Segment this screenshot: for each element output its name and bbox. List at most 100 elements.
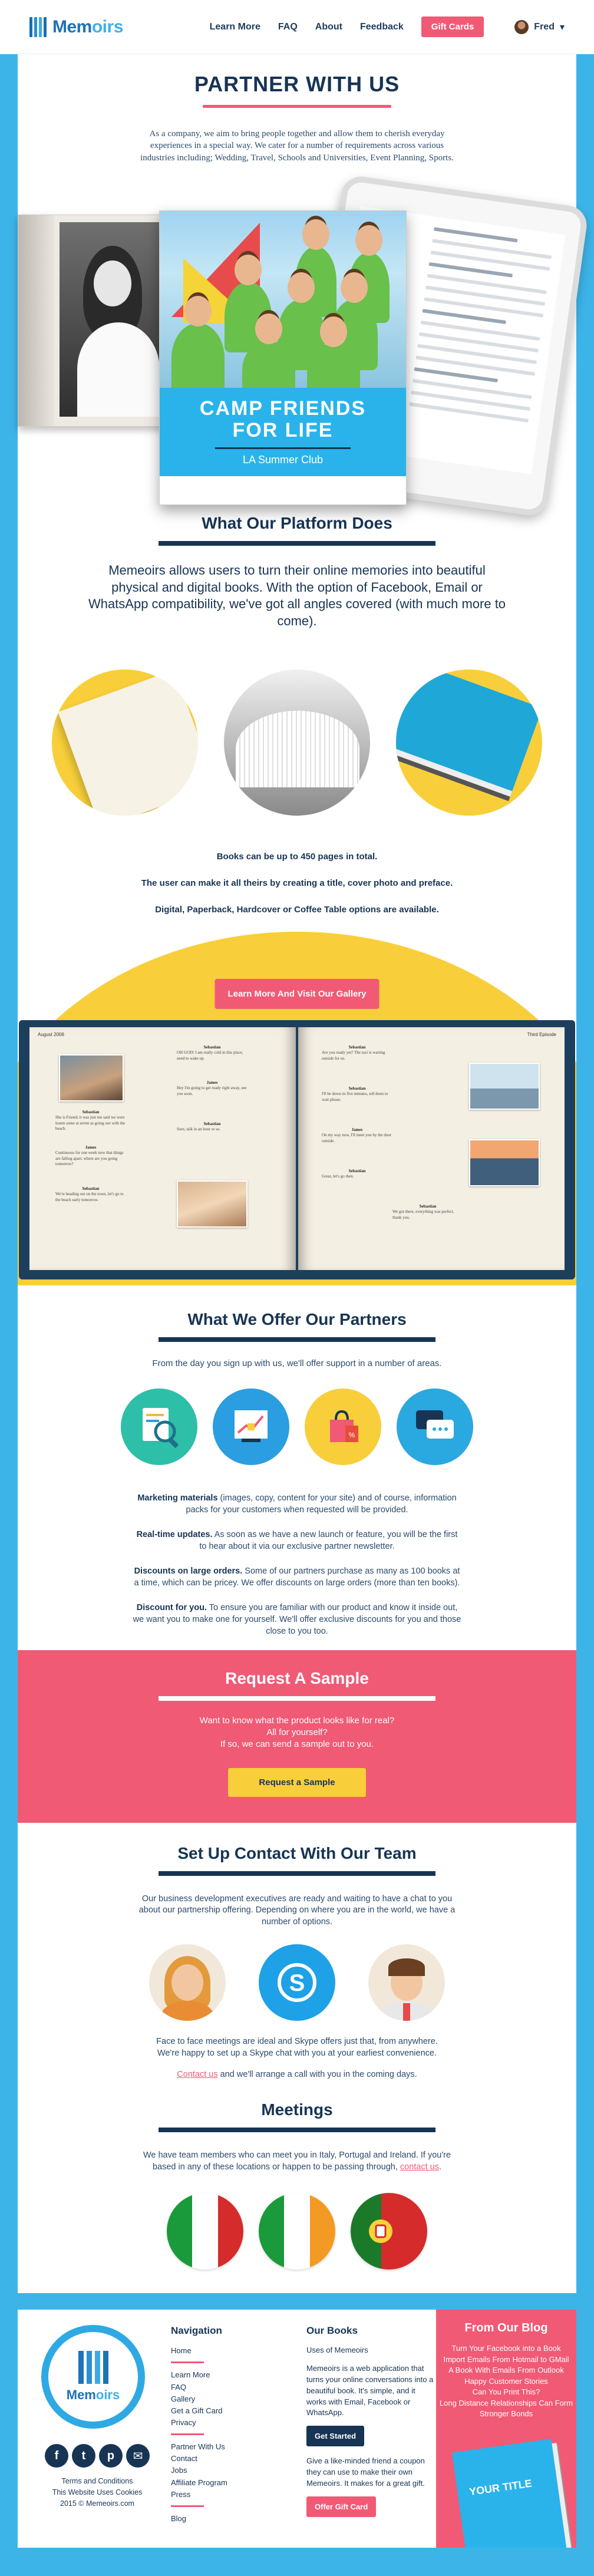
platform-lead: Memeoirs allows users to turn their onli… [88, 563, 506, 628]
footer-link[interactable]: Get a Gift Card [171, 2405, 295, 2417]
bottom-strip [0, 2548, 594, 2576]
offer-item: Discounts on large orders. Some of our p… [134, 1566, 460, 1588]
offer-item: Real-time updates. As soon as we have a … [136, 1530, 458, 1552]
team-avatars: S [18, 1944, 576, 2021]
nav-about[interactable]: About [315, 22, 342, 32]
hero-illustration: CAMP FRIENDS FOR LIFE LA Summer Club [18, 174, 589, 518]
nav-learn-more[interactable]: Learn More [210, 22, 260, 32]
offer-gift-card-button[interactable]: Offer Gift Card [306, 2496, 377, 2517]
footer-logo[interactable]: Memoirs [41, 2325, 145, 2429]
meetings-contact-link[interactable]: contact us [400, 2162, 439, 2172]
shopping-bag-icon: % [305, 1388, 381, 1466]
gallery-section: Learn More And Visit Our Gallery August … [18, 932, 576, 1286]
social-links: f t p ✉ [41, 2444, 153, 2468]
footer-link[interactable]: Blog [171, 2513, 295, 2525]
blog-book-title: YOUR TITLE [468, 2477, 533, 2498]
svg-text:%: % [349, 1431, 355, 1439]
skype-icon: S [259, 1944, 335, 2021]
footer-link[interactable]: Home [171, 2345, 295, 2357]
footer: Memoirs f t p ✉ Terms and Conditions Thi… [18, 2310, 576, 2548]
footer-link[interactable]: Privacy [171, 2417, 295, 2429]
brand-logo[interactable]: Memoirs [29, 17, 123, 37]
section-divider [159, 541, 435, 546]
blog-link[interactable]: Import Emails From Hotmail to GMail [436, 2354, 576, 2365]
section-divider [159, 1871, 435, 1876]
book-photos [18, 669, 576, 816]
blog-link[interactable]: Can You Print This? [436, 2387, 576, 2397]
section-divider [159, 1337, 435, 1343]
fact-formats: Digital, Paperback, Hardcover or Coffee … [155, 905, 439, 915]
brand-name: Memoirs [52, 17, 123, 37]
ireland-flag-icon [259, 2193, 335, 2270]
platform-title: What Our Platform Does [202, 514, 392, 532]
fact-pages: Books can be up to 450 pages in total. [216, 852, 378, 862]
footer-link[interactable]: FAQ [171, 2382, 295, 2393]
hero-section: PARTNER WITH US As a company, we aim to … [18, 54, 589, 518]
platform-facts: Books can be up to 450 pages in total. T… [18, 852, 576, 914]
footer-brand: Memoirs f t p ✉ Terms and Conditions Thi… [18, 2310, 153, 2548]
meetings-section: Meetings We have team members who can me… [18, 2080, 576, 2293]
facebook-icon[interactable]: f [45, 2444, 68, 2468]
logo-icon [29, 17, 47, 37]
chat-bubbles-icon [397, 1388, 473, 1466]
cover-title-band: CAMP FRIENDS FOR LIFE LA Summer Club [160, 388, 406, 476]
team-member-female-avatar [149, 1944, 226, 2021]
skype-text: Face to face meetings are ideal and Skyp… [156, 2037, 438, 2059]
contact-intro: Our business development executives are … [138, 1894, 456, 1927]
terms-link[interactable]: Terms and Conditions [41, 2476, 153, 2487]
legal-links: Terms and Conditions This Website Uses C… [41, 2476, 153, 2509]
email-icon[interactable]: ✉ [126, 2444, 150, 2468]
cookies-link[interactable]: This Website Uses Cookies [41, 2487, 153, 2498]
fact-customize: The user can make it all theirs by creat… [141, 878, 453, 889]
offer-item: Marketing materials (images, copy, conte… [137, 1493, 457, 1515]
footer-brand-name: Memoirs [66, 2387, 120, 2403]
contact-us-link[interactable]: Contact us [177, 2070, 217, 2079]
chevron-down-icon: ▾ [559, 22, 565, 32]
offer-title: What We Offer Our Partners [187, 1310, 407, 1329]
pinterest-icon[interactable]: p [99, 2444, 123, 2468]
portugal-flag-icon [351, 2193, 427, 2270]
footer-link[interactable]: Contact [171, 2453, 295, 2465]
hero-intro: As a company, we aim to bring people tog… [140, 129, 454, 163]
nav-feedback[interactable]: Feedback [360, 22, 404, 32]
footer-link[interactable]: Affiliate Program [171, 2477, 295, 2489]
avatar [514, 19, 529, 34]
footer-navigation: Navigation Home Learn More FAQ Gallery G… [153, 2310, 295, 2548]
footer-link[interactable]: Partner With Us [171, 2441, 295, 2453]
gallery-button[interactable]: Learn More And Visit Our Gallery [214, 979, 380, 1010]
blog-link[interactable]: Long Distance Relationships Can Form [436, 2398, 576, 2409]
marketing-magnifier-icon [121, 1388, 197, 1466]
blog-title: From Our Blog [464, 2321, 548, 2335]
footer-link[interactable]: Jobs [171, 2465, 295, 2476]
blog-link[interactable]: Happy Customer Stories [436, 2376, 576, 2387]
footer-link[interactable]: Press [171, 2489, 295, 2501]
footer-nav-title: Navigation [171, 2325, 222, 2337]
book-page-photo [52, 669, 198, 816]
page-header-left: August 2006 [38, 1032, 64, 1038]
books-uses: Uses of Memeoirs [306, 2346, 368, 2355]
gift-cards-button[interactable]: Gift Cards [421, 17, 484, 37]
title-underline [203, 105, 391, 108]
top-nav: Memoirs Learn More FAQ About Feedback Gi… [0, 0, 594, 54]
footer-link[interactable]: Learn More [171, 2369, 295, 2381]
team-member-male-avatar [368, 1944, 445, 2021]
get-started-button[interactable]: Get Started [306, 2426, 365, 2447]
platform-section: What Our Platform Does Memeoirs allows u… [18, 502, 576, 914]
open-book-photo [224, 669, 370, 816]
offer-item: Discount for you. To ensure you are fami… [133, 1603, 461, 1637]
svg-text:S: S [289, 1970, 305, 1996]
twitter-icon[interactable]: t [72, 2444, 95, 2468]
blog-link[interactable]: Stronger Bonds [436, 2409, 576, 2419]
blog-link[interactable]: Turn Your Facebook into a Book [436, 2343, 576, 2354]
footer-link[interactable]: Gallery [171, 2393, 295, 2405]
page-content: PARTNER WITH US As a company, we aim to … [18, 54, 589, 2294]
blog-link[interactable]: A Book With Emails From Outlook [436, 2365, 576, 2376]
nav-faq[interactable]: FAQ [278, 22, 298, 32]
books-description: Memeoirs is a web application that turns… [306, 2364, 434, 2417]
section-divider [159, 2128, 435, 2133]
request-sample-button[interactable]: Request a Sample [228, 1767, 366, 1797]
cover-title-line-1: CAMP FRIENDS [199, 397, 367, 420]
meetings-title: Meetings [261, 2100, 333, 2119]
user-menu[interactable]: Fred ▾ [514, 19, 565, 34]
hardcover-book-photo [396, 669, 542, 816]
